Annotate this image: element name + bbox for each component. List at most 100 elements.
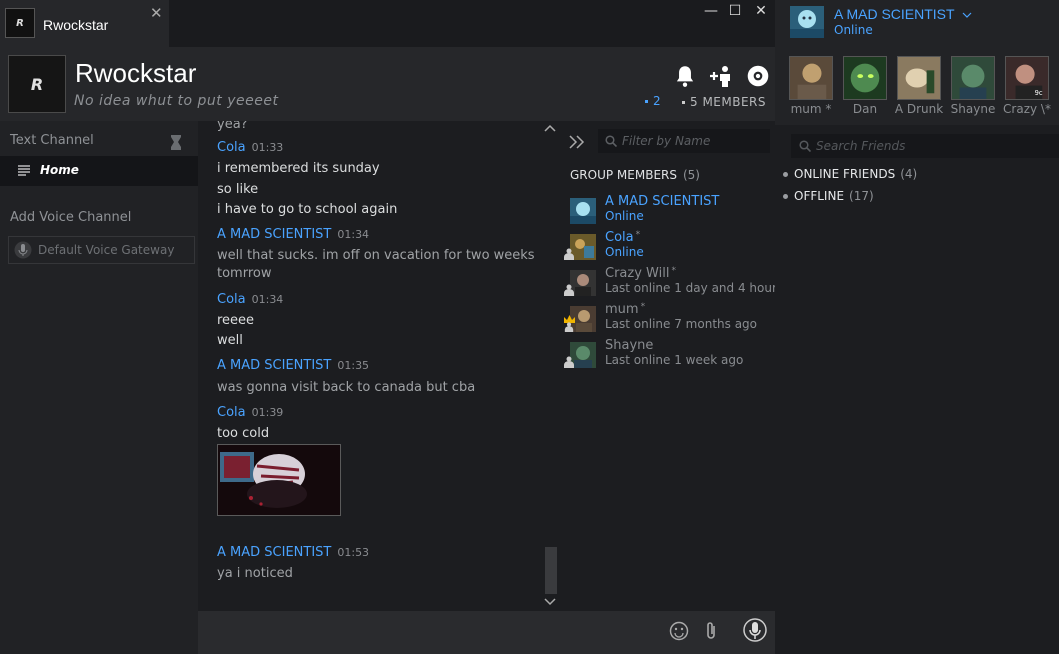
my-avatar[interactable] — [790, 6, 824, 38]
message-author[interactable]: A MAD SCIENTIST — [217, 227, 331, 242]
hourglass-icon[interactable] — [166, 133, 186, 153]
svg-text:9c: 9c — [1035, 89, 1043, 97]
message-line: so like — [217, 182, 259, 197]
my-persona-name[interactable]: A MAD SCIENTIST — [834, 6, 972, 22]
scroll-up-icon[interactable] — [543, 123, 557, 133]
message-header: Cola 01:33 — [217, 140, 283, 155]
member-name: Crazy Will * — [605, 266, 676, 281]
message-author[interactable]: Cola — [217, 405, 246, 420]
message-author[interactable]: A MAD SCIENTIST — [217, 545, 331, 560]
search-friends-input[interactable]: Search Friends — [791, 134, 1059, 158]
message-header: A MAD SCIENTIST 01:35 — [217, 358, 369, 373]
filter-placeholder: Filter by Name — [622, 134, 711, 148]
member-count[interactable]: 5 MEMBERS — [682, 95, 766, 109]
message-line: tomrrow — [217, 266, 272, 281]
favorite-friend-avatar[interactable] — [897, 56, 941, 100]
notifications-bell-icon[interactable] — [672, 63, 698, 89]
member-status: Online — [605, 245, 644, 259]
chat-tab-rwockstar[interactable]: R Rwockstar ✕ — [0, 0, 169, 47]
group-chat-window: R Rwockstar ✕ — ☐ ✕ R Rwockstar No idea … — [0, 0, 777, 654]
message-time: 01:39 — [251, 406, 284, 419]
favorite-friend-name: Crazy \* — [1003, 102, 1051, 116]
voice-gateway-label: Default Voice Gateway — [38, 243, 175, 257]
attachment-icon[interactable] — [702, 620, 720, 642]
window-close-icon[interactable]: ✕ — [751, 3, 771, 19]
message-author[interactable]: Cola — [217, 140, 246, 155]
member-status: Online — [605, 209, 644, 223]
emoji-icon[interactable] — [669, 621, 689, 641]
tab-title: Rwockstar — [43, 17, 109, 33]
member-row[interactable]: Shayne Last online 1 week ago — [564, 338, 773, 374]
scroll-down-icon[interactable] — [543, 597, 557, 607]
favorite-friend-avatar[interactable]: 9c — [1005, 56, 1049, 100]
settings-gear-icon[interactable] — [745, 63, 771, 89]
favorite-friend-avatar[interactable] — [789, 56, 833, 100]
message-line: too cold — [217, 426, 270, 441]
microphone-icon — [14, 241, 32, 259]
online-friends-group[interactable]: ONLINE FRIENDS (4) — [783, 167, 917, 181]
member-status: Last online 1 week ago — [605, 353, 744, 367]
search-icon — [605, 135, 617, 147]
message-composer[interactable] — [198, 611, 775, 654]
message-line: well — [217, 333, 243, 348]
collapse-panel-icon[interactable] — [568, 135, 586, 149]
message-line: was gonna visit back to canada but cba — [217, 380, 476, 395]
channel-home[interactable]: Home — [0, 156, 198, 186]
online-friends-label: ONLINE FRIENDS — [794, 167, 896, 181]
default-voice-gateway[interactable]: Default Voice Gateway — [8, 236, 195, 264]
group-tagline: No idea whut to put yeeeet — [74, 93, 279, 109]
offline-friends-count: (17) — [849, 189, 874, 203]
message-line: i have to go to school again — [217, 202, 398, 217]
search-icon — [799, 140, 811, 152]
message-line: i remembered its sunday — [217, 161, 380, 176]
search-friends-placeholder: Search Friends — [816, 139, 906, 153]
favorite-friend-avatar[interactable] — [843, 56, 887, 100]
favorite-friend-name: mum * — [790, 102, 832, 116]
group-header: R Rwockstar No idea whut to put yeeeet 2… — [0, 47, 775, 121]
member-name: Cola * — [605, 230, 641, 245]
person-icon — [564, 248, 574, 260]
message-author[interactable]: Cola — [217, 292, 246, 307]
favorite-friend-avatar[interactable] — [951, 56, 995, 100]
member-avatar — [570, 198, 596, 224]
member-status: Last online 1 day and 4 hour — [605, 281, 777, 295]
message-header: A MAD SCIENTIST 01:34 — [217, 227, 369, 242]
tab-close-icon[interactable]: ✕ — [150, 4, 163, 22]
channel-home-label: Home — [40, 163, 79, 177]
message-header: A MAD SCIENTIST 01:53 — [217, 545, 369, 560]
maximize-icon[interactable]: ☐ — [725, 3, 745, 19]
members-header-label: GROUP MEMBERS — [570, 168, 677, 182]
member-name: mum * — [605, 302, 646, 317]
group-title: Rwockstar — [75, 58, 197, 88]
my-status: Online — [834, 23, 873, 37]
add-member-icon[interactable] — [708, 63, 734, 89]
member-row[interactable]: mum * Last online 7 months ago — [564, 302, 773, 338]
member-row[interactable]: Cola * Online — [564, 230, 773, 266]
member-row[interactable]: Crazy Will * Last online 1 day and 4 hour — [564, 266, 777, 302]
minimize-icon[interactable]: — — [701, 3, 721, 19]
channel-sidebar: Text Channel Home Add Voice Channel Defa… — [0, 121, 198, 654]
voice-microphone-icon[interactable] — [743, 618, 767, 644]
message-scrollbar-thumb[interactable] — [545, 547, 557, 594]
message-header: Cola 01:34 — [217, 292, 283, 307]
message-author[interactable]: A MAD SCIENTIST — [217, 358, 331, 373]
message-line: well that sucks. im off on vacation for … — [217, 248, 535, 263]
message-list: yea? Cola 01:33 i remembered its sunday s… — [198, 121, 558, 611]
message-time: 01:35 — [337, 359, 370, 372]
member-name: Shayne — [605, 338, 654, 353]
offline-friends-group[interactable]: OFFLINE (17) — [783, 189, 874, 203]
online-friends-count: (4) — [900, 167, 918, 181]
image-attachment[interactable] — [217, 444, 341, 516]
person-icon — [564, 356, 574, 368]
group-members-panel: Filter by Name GROUP MEMBERS (5) A MAD SC… — [558, 121, 777, 611]
persona-dropdown-icon[interactable] — [962, 11, 972, 19]
group-avatar: R — [8, 55, 66, 113]
filter-members-input[interactable]: Filter by Name — [598, 129, 770, 153]
message-time: 01:34 — [337, 228, 370, 241]
list-icon — [18, 165, 30, 176]
message-header: Cola 01:39 — [217, 405, 283, 420]
add-voice-channel-button[interactable]: Add Voice Channel — [10, 210, 131, 225]
message-line: reeee — [217, 313, 255, 328]
member-row[interactable]: A MAD SCIENTIST Online — [568, 194, 773, 230]
tab-strip: R Rwockstar ✕ — ☐ ✕ — [0, 0, 775, 47]
